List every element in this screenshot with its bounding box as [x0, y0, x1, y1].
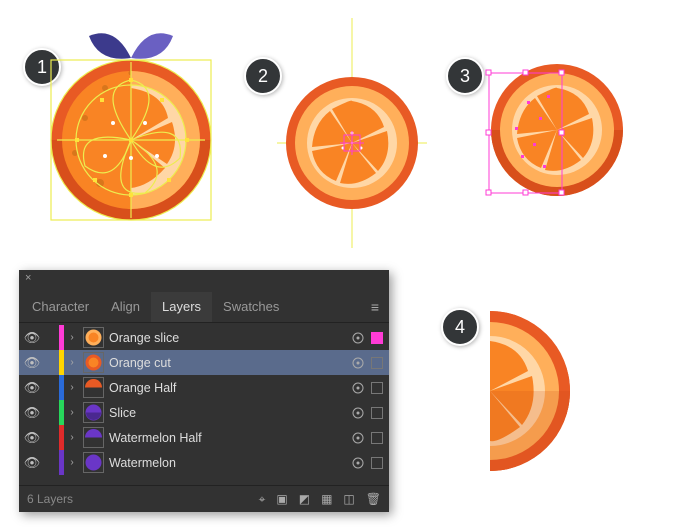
figure-3-slice-select — [477, 55, 627, 205]
selection-indicator — [371, 457, 383, 469]
layers-list: 👁›Orange slice👁›Orange cut👁›Orange Half👁… — [19, 323, 389, 477]
panel-titlebar: × — [19, 270, 389, 292]
expand-icon[interactable]: › — [66, 457, 78, 468]
layer-row[interactable]: 👁 › Watermelon Half — [19, 425, 389, 450]
layer-thumb — [83, 402, 104, 423]
visibility-icon[interactable]: 👁 — [23, 430, 41, 446]
expand-icon[interactable]: › — [66, 332, 78, 343]
layer-row[interactable]: 👁 › Watermelon — [19, 450, 389, 475]
layer-row[interactable]: 👁 › Slice — [19, 400, 389, 425]
layer-thumb — [83, 352, 104, 373]
target-icon[interactable] — [351, 331, 365, 345]
layer-thumb — [83, 377, 104, 398]
layer-thumb — [83, 427, 104, 448]
layers-count: 6 Layers — [27, 492, 73, 506]
selection-indicator — [371, 432, 383, 444]
expand-icon[interactable]: › — [66, 407, 78, 418]
slice-select-svg — [477, 55, 627, 205]
target-icon[interactable] — [351, 406, 365, 420]
collect-icon[interactable]: ▣ — [276, 492, 287, 507]
visibility-icon[interactable]: 👁 — [23, 405, 41, 421]
layer-color-mark — [59, 350, 64, 375]
figure-1-orange-edit — [45, 28, 218, 223]
layer-thumb — [83, 327, 104, 348]
mask-icon[interactable]: ◩ — [299, 492, 310, 507]
layer-row[interactable]: 👁 › Orange slice — [19, 325, 389, 350]
panel-menu-icon[interactable]: ≡ — [371, 299, 379, 315]
panel-tabs: Character Align Layers Swatches ≡ — [19, 292, 389, 323]
layer-row[interactable]: 👁 › Orange cut — [19, 350, 389, 375]
close-icon[interactable]: × — [25, 272, 31, 284]
layer-name[interactable]: Watermelon — [109, 456, 349, 470]
layer-color-mark — [59, 375, 64, 400]
layer-name[interactable]: Watermelon Half — [109, 431, 349, 445]
panel-footer: 6 Layers ⌖ ▣ ◩ ▦ ◫ 🗑 — [19, 485, 389, 512]
selection-indicator — [371, 357, 383, 369]
sublayer-icon[interactable]: ▦ — [321, 492, 332, 507]
expand-icon[interactable]: › — [66, 357, 78, 368]
target-icon[interactable] — [351, 381, 365, 395]
new-layer-icon[interactable]: ◫ — [343, 492, 354, 507]
tab-layers[interactable]: Layers — [151, 292, 212, 322]
target-icon[interactable] — [351, 431, 365, 445]
layer-row[interactable]: 👁 › Orange Half — [19, 375, 389, 400]
selection-indicator — [371, 382, 383, 394]
figure-2-slice-guide — [277, 18, 427, 248]
visibility-icon[interactable]: 👁 — [23, 355, 41, 371]
layer-name[interactable]: Orange cut — [109, 356, 349, 370]
expand-icon[interactable]: › — [66, 382, 78, 393]
orange-edit-svg — [45, 28, 218, 223]
layer-color-mark — [59, 400, 64, 425]
slice-guide-svg — [277, 18, 427, 248]
tab-swatches[interactable]: Swatches — [212, 292, 290, 322]
layer-name[interactable]: Orange Half — [109, 381, 349, 395]
layer-name[interactable]: Orange slice — [109, 331, 349, 345]
figure-4-half-slice — [490, 306, 590, 476]
visibility-icon[interactable]: 👁 — [23, 455, 41, 471]
tab-align[interactable]: Align — [100, 292, 151, 322]
target-icon[interactable] — [351, 456, 365, 470]
tab-character[interactable]: Character — [21, 292, 100, 322]
layer-thumb — [83, 452, 104, 473]
step-badge-4: 4 — [441, 308, 479, 346]
selection-indicator — [371, 407, 383, 419]
visibility-icon[interactable]: 👁 — [23, 330, 41, 346]
half-slice-svg — [490, 306, 590, 476]
expand-icon[interactable]: › — [66, 432, 78, 443]
locate-icon[interactable]: ⌖ — [259, 492, 266, 507]
trash-icon[interactable]: 🗑 — [366, 492, 381, 507]
target-icon[interactable] — [351, 356, 365, 370]
visibility-icon[interactable]: 👁 — [23, 380, 41, 396]
layer-color-mark — [59, 425, 64, 450]
selection-indicator — [371, 332, 383, 344]
layer-color-mark — [59, 450, 64, 475]
layer-name[interactable]: Slice — [109, 406, 349, 420]
layer-color-mark — [59, 325, 64, 350]
layers-panel: × Character Align Layers Swatches ≡ 👁 › Or… — [19, 270, 389, 512]
